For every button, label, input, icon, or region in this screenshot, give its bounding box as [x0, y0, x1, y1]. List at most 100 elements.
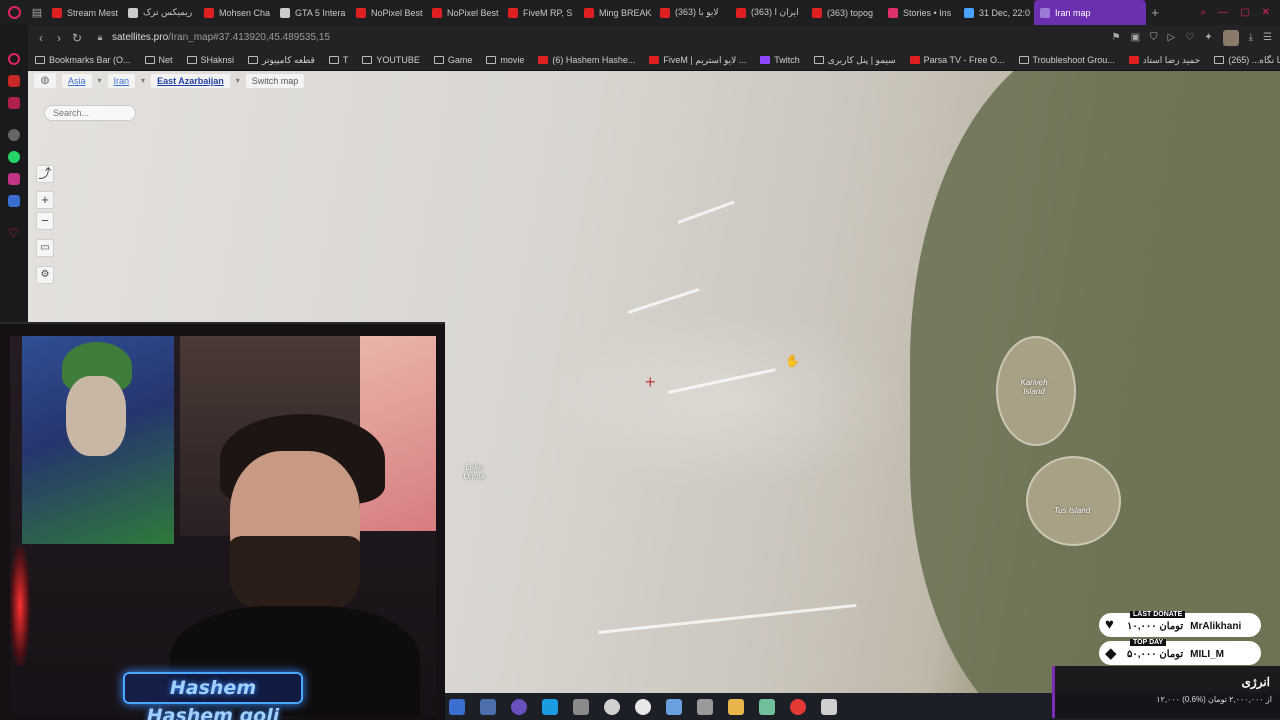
bookmark-item[interactable]: قطعه کامپیوتر — [241, 55, 322, 66]
tab-list-icon[interactable]: ▤ — [28, 0, 46, 25]
close-icon[interactable]: ✕ — [1262, 7, 1270, 18]
breadcrumb-iran[interactable]: Iran — [107, 73, 136, 88]
telegram-icon[interactable] — [542, 698, 558, 715]
breadcrumb-asia[interactable]: Asia — [62, 73, 92, 88]
bookmark-item[interactable]: Net — [138, 55, 180, 65]
tab-item[interactable]: 31 Dec, 22:0 — [958, 0, 1034, 25]
caret-down-icon[interactable]: ▾ — [141, 76, 145, 85]
folder-icon[interactable] — [728, 698, 744, 715]
discord-icon[interactable] — [573, 698, 589, 715]
zoom-out-button[interactable]: − — [36, 212, 54, 230]
new-tab-button[interactable]: + — [1146, 5, 1164, 20]
tv-icon[interactable] — [8, 97, 20, 109]
pen-icon[interactable] — [666, 698, 682, 715]
bookmark-item[interactable]: مردی که با نگاه... (265) — [1207, 55, 1280, 66]
notepad-icon[interactable] — [759, 698, 775, 715]
map-search-input[interactable] — [44, 105, 136, 121]
tab-label: Mohsen Cha — [219, 7, 271, 18]
bookmark-item[interactable]: حمید رضا استاد — [1122, 55, 1207, 66]
tab-strip: ▤ Stream Mest ریمیکس ترک Mohsen Cha GTA 5 I… — [0, 0, 1280, 25]
bookmark-item[interactable]: FiveM | لایو استریم ... — [642, 55, 753, 66]
url-field[interactable]: satellites.pro/Iran_map#37.413920,45.489… — [112, 32, 330, 43]
heart-outline-icon[interactable]: ♡ — [1185, 32, 1194, 43]
ruler-icon[interactable]: ▭ — [36, 239, 54, 257]
bookmark-item[interactable]: movie — [479, 55, 531, 65]
bookmark-item[interactable]: Bookmarks Bar (O... — [28, 55, 138, 65]
tab-item[interactable]: ریمیکس ترک — [122, 0, 198, 25]
switch-map-button[interactable]: Switch map — [245, 73, 305, 88]
layers-icon[interactable]: ⚙ — [36, 266, 54, 284]
breadcrumb-east-azarbaijan[interactable]: East Azarbaijan — [151, 73, 230, 88]
lock-icon[interactable]: 🔒︎ — [92, 32, 108, 43]
download-icon[interactable]: ⤓ — [1249, 32, 1253, 43]
whatsapp-icon[interactable] — [8, 151, 20, 163]
extensions-icon[interactable]: ✦ — [1204, 32, 1212, 43]
tab-item[interactable]: Stream Mest — [46, 0, 122, 25]
share-icon[interactable]: ⤴ — [36, 165, 54, 183]
tab-item[interactable]: Mohsen Cha — [198, 0, 274, 25]
tab-item[interactable]: NoPixel Best — [426, 0, 502, 25]
instagram-icon[interactable] — [8, 173, 20, 185]
folder-icon — [486, 56, 497, 64]
messenger-icon[interactable] — [8, 53, 20, 65]
bookmark-icon[interactable]: ⚑ — [1112, 32, 1121, 43]
back-icon[interactable]: ‹ — [32, 31, 50, 45]
kariveh-island-label: Kariveh Island — [1020, 378, 1048, 396]
maximize-icon[interactable]: ▢ — [1240, 7, 1249, 18]
opera-logo-icon[interactable] — [0, 0, 28, 25]
obs-icon[interactable] — [511, 698, 527, 715]
forward-icon[interactable]: › — [50, 31, 68, 45]
tab-item[interactable]: NoPixel Best — [350, 0, 426, 25]
rockstar-icon[interactable] — [635, 698, 651, 715]
bag-icon[interactable] — [8, 75, 20, 87]
monitor-icon[interactable] — [480, 698, 496, 715]
bookmark-item[interactable]: T — [322, 55, 356, 65]
heart-icon[interactable]: ♡ — [8, 227, 20, 239]
menu-icon[interactable]: ☰ — [1263, 32, 1272, 43]
globe-icon[interactable]: ◍ — [34, 73, 56, 88]
folder-icon — [35, 56, 45, 64]
reload-icon[interactable]: ↻ — [68, 31, 86, 45]
calculator-icon[interactable] — [697, 698, 713, 715]
bookmark-item[interactable]: Twitch — [753, 55, 807, 65]
top-day-widget: ◆ TOP DAY ۵۰,۰۰۰ تومان MILI_M — [1099, 639, 1261, 665]
address-bar: ‹ › ↻ 🔒︎ satellites.pro/Iran_map#37.4139… — [28, 25, 1280, 50]
zoom-in-button[interactable]: + — [36, 191, 54, 209]
bookmark-item[interactable]: YOUTUBE — [355, 55, 427, 65]
bookmark-item[interactable]: SHaknsi — [180, 55, 242, 65]
snapshot-icon[interactable]: ▣ — [1131, 32, 1140, 43]
bookmark-item[interactable]: (6) Hashem Hashe... — [531, 55, 642, 65]
tab-favicon-icon — [1040, 7, 1050, 18]
steam-icon[interactable] — [604, 698, 620, 715]
tab-item[interactable]: Ming BREAK — [578, 0, 654, 25]
tab-item[interactable]: (363) topog — [806, 0, 882, 25]
bookmark-item[interactable]: سیمو | پنل کاربری — [807, 55, 903, 66]
bookmark-label: FiveM | لایو استریم ... — [663, 54, 747, 65]
explorer-icon[interactable] — [449, 698, 465, 715]
tab-favicon-icon — [736, 7, 746, 18]
caret-down-icon[interactable]: ▾ — [98, 76, 102, 85]
bookmark-item[interactable]: Troubleshoot Grou... — [1012, 55, 1122, 65]
tab-item[interactable]: ایران ا (363) — [730, 0, 806, 25]
profile-avatar[interactable] — [1222, 29, 1239, 46]
tab-item[interactable]: Stories • Ins — [882, 0, 958, 25]
tab-label: ریمیکس ترک — [143, 7, 193, 17]
bookmark-item[interactable]: Game — [427, 55, 480, 65]
tab-item[interactable]: GTA 5 Intera — [274, 0, 350, 25]
tab-item[interactable]: FiveM RP, S — [502, 0, 578, 25]
bookmark-list: Bookmarks Bar (O... Net SHaknsi قطعه کامپیو… — [28, 55, 1280, 66]
bookmark-item[interactable]: Parsa TV - Free O... — [903, 55, 1012, 65]
chrome-icon[interactable] — [790, 698, 806, 715]
chatgpt-icon[interactable] — [8, 129, 20, 141]
tab-item[interactable]: لایو با (363) — [654, 0, 730, 25]
shield-icon[interactable]: ⛉ — [1150, 32, 1158, 43]
app-h-icon[interactable] — [821, 698, 837, 715]
app-icon[interactable] — [8, 195, 20, 207]
tab-item[interactable]: Iran map — [1034, 0, 1146, 25]
search-tabs-icon[interactable]: ⌕ — [1201, 7, 1207, 18]
minimize-icon[interactable]: — — [1218, 7, 1228, 18]
play-icon[interactable]: ▷ — [1168, 32, 1176, 43]
caret-down-icon[interactable]: ▾ — [236, 76, 240, 85]
folder-icon — [328, 56, 339, 64]
bookmark-label: movie — [500, 55, 525, 65]
